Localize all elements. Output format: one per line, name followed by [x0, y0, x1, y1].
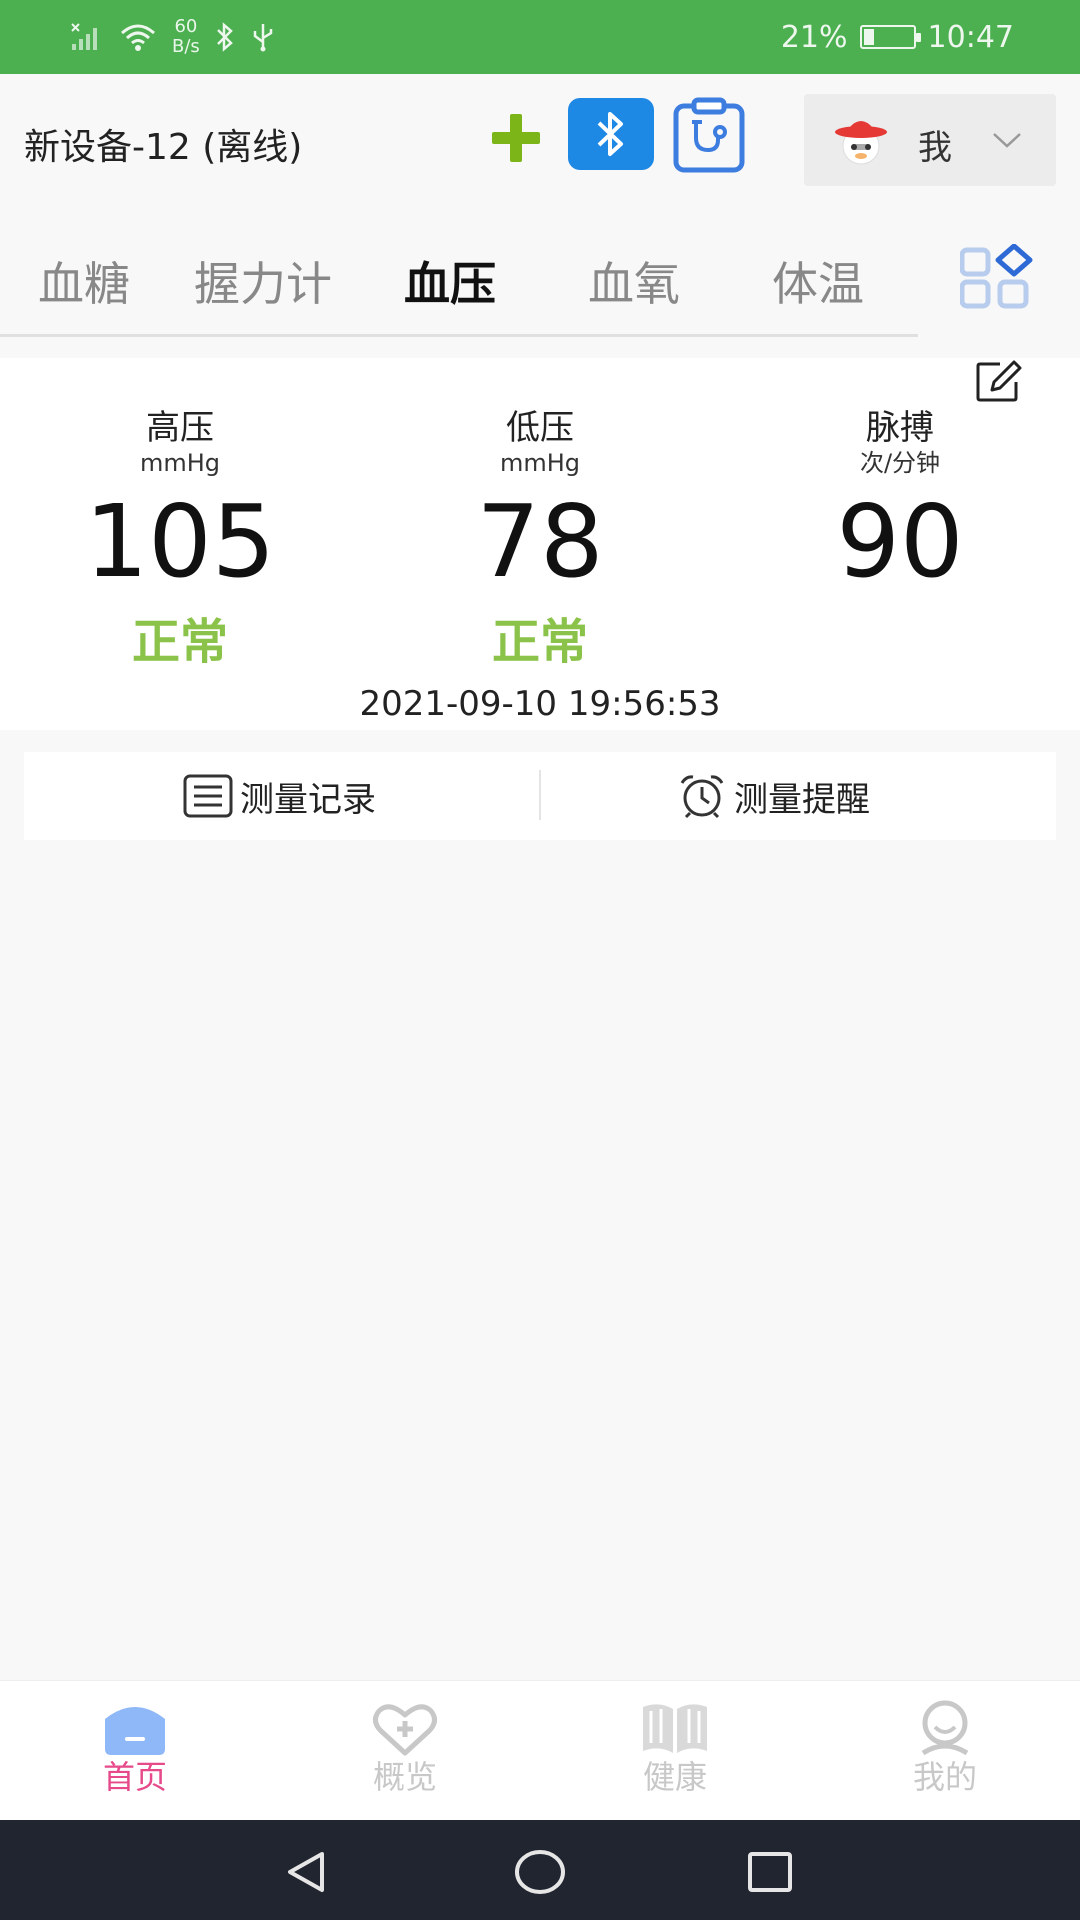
- bluetooth-status-icon: [216, 22, 233, 52]
- book-icon: [643, 1704, 707, 1753]
- measurement-records-label: 测量记录: [240, 779, 376, 820]
- measurement-tabs: 血糖 握力计 血压 血氧 体温: [0, 206, 1080, 340]
- bottom-navigation: 首页 概览 健康 我的: [0, 1680, 1080, 1820]
- list-icon: [183, 774, 233, 818]
- tab-body-temperature[interactable]: 体温: [772, 248, 864, 314]
- user-avatar: [835, 121, 887, 165]
- nav-overview[interactable]: 概览: [335, 1699, 475, 1797]
- systolic-status: 正常: [131, 614, 228, 670]
- all-categories-icon[interactable]: [960, 244, 1036, 310]
- clipboard-stethoscope-icon[interactable]: [670, 96, 748, 174]
- battery-percent: 21%: [780, 19, 848, 55]
- pulse-unit: 次/分钟: [859, 449, 941, 477]
- recents-icon[interactable]: [744, 1848, 794, 1896]
- tab-blood-pressure[interactable]: 血压: [404, 248, 496, 314]
- diastolic-status: 正常: [491, 614, 588, 670]
- measurement-reminder-button[interactable]: 测量提醒: [676, 752, 870, 840]
- bluetooth-button[interactable]: [568, 98, 654, 170]
- systolic-label: 高压: [146, 408, 214, 448]
- status-icons-right: 21% 10:47: [781, 0, 1014, 74]
- systolic-value: 105: [84, 483, 276, 600]
- heart-plus-icon: [373, 1704, 437, 1756]
- nav-health[interactable]: 健康: [605, 1699, 745, 1797]
- diastolic-value: 78: [476, 483, 604, 600]
- add-device-icon[interactable]: [486, 108, 546, 168]
- usb-icon: [253, 24, 273, 52]
- blood-pressure-reading: 高压 mmHg 105 正常 低压 mmHg 78 正常 脉搏 次/分钟 90 …: [0, 358, 1080, 730]
- bluetooth-icon: [597, 112, 623, 156]
- battery-icon: [859, 25, 921, 49]
- app-header: 新设备-12 (离线) 我: [0, 74, 1080, 206]
- systolic-column: 高压 mmHg 105 正常: [30, 408, 330, 672]
- edit-icon[interactable]: [974, 358, 1024, 404]
- pulse-column: 脉搏 次/分钟 90: [750, 408, 1050, 604]
- net-speed-unit: B/s: [172, 36, 200, 57]
- actions-divider: [539, 770, 541, 820]
- chevron-down-icon: [993, 133, 1021, 148]
- back-icon[interactable]: [282, 1848, 332, 1896]
- tab-blood-sugar[interactable]: 血糖: [38, 248, 130, 314]
- measurement-reminder-label: 测量提醒: [734, 779, 870, 820]
- home-circle-icon[interactable]: [512, 1848, 568, 1896]
- net-speed-value: 60: [174, 16, 198, 37]
- alarm-clock-icon: [680, 775, 724, 819]
- status-bar: 60 B/s 21% 10:47: [0, 0, 1080, 74]
- nav-home[interactable]: 首页: [65, 1699, 205, 1797]
- nav-home-label: 首页: [102, 1758, 167, 1796]
- tab-grip-meter[interactable]: 握力计: [194, 248, 332, 314]
- system-navigation-bar: [0, 1820, 1080, 1920]
- measurement-records-button[interactable]: 测量记录: [182, 752, 376, 840]
- home-icon: [105, 1707, 165, 1755]
- diastolic-column: 低压 mmHg 78 正常: [390, 408, 690, 672]
- user-name: 我: [918, 128, 952, 168]
- diastolic-unit: mmHg: [499, 449, 581, 477]
- pulse-label: 脉搏: [866, 408, 934, 448]
- systolic-unit: mmHg: [139, 449, 221, 477]
- nav-health-label: 健康: [642, 1758, 707, 1796]
- measurement-timestamp: 2021-09-10 19:56:53: [359, 684, 721, 724]
- nav-mine-label: 我的: [912, 1758, 977, 1796]
- person-icon: [921, 1700, 969, 1756]
- diastolic-label: 低压: [506, 408, 574, 448]
- tab-blood-oxygen[interactable]: 血氧: [588, 248, 680, 314]
- device-title[interactable]: 新设备-12 (离线): [24, 118, 302, 170]
- net-speed: 60 B/s: [172, 17, 200, 57]
- wifi-icon: [121, 24, 155, 51]
- clock: 10:47: [927, 19, 1014, 55]
- user-selector[interactable]: 我: [804, 94, 1056, 186]
- pulse-value: 90: [836, 483, 964, 600]
- status-icons-left: 60 B/s: [70, 14, 276, 60]
- measurement-actions: 测量记录 测量提醒: [24, 752, 1056, 840]
- tab-divider: [0, 334, 918, 337]
- signal-icon: [71, 23, 97, 50]
- nav-mine[interactable]: 我的: [875, 1699, 1015, 1797]
- nav-overview-label: 概览: [372, 1758, 437, 1796]
